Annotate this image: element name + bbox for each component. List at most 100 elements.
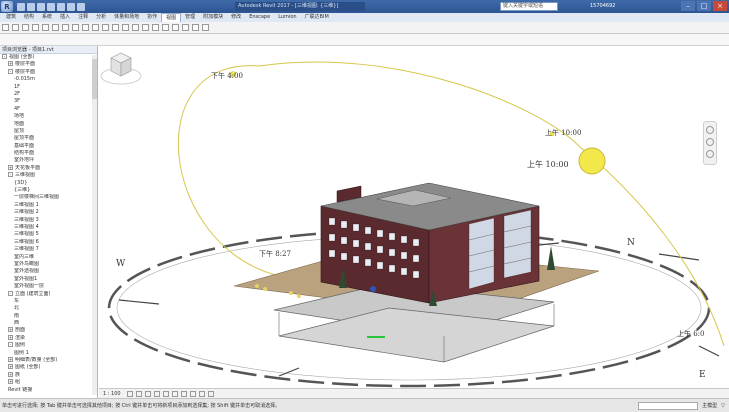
viewcube[interactable] [99,46,143,90]
steering-wheel-icon[interactable] [706,126,714,134]
switch-windows-icon[interactable] [202,24,209,31]
browser-tree-item[interactable]: 4F [0,106,97,113]
save-icon[interactable] [27,2,35,11]
browser-tree-item[interactable]: 图例 1 [0,350,97,357]
browser-tree-item[interactable]: - 三维视图 [0,172,97,179]
browser-tree-item[interactable]: 结构平面 [0,150,97,157]
measure-icon[interactable] [57,2,65,11]
browser-tree-item[interactable]: 三维视图 4 [0,224,97,231]
detail-level-icon[interactable] [126,390,133,397]
browser-tree-item[interactable]: {3D} [0,180,97,187]
filter-icon[interactable]: ▽ [721,399,725,412]
ribbon-tab[interactable]: 注释 [74,13,92,22]
offset-icon[interactable] [52,24,59,31]
minimize-button[interactable]: – [681,1,695,11]
undo-icon[interactable] [37,2,45,11]
modify-icon[interactable] [2,24,9,31]
workset-field[interactable] [638,402,699,410]
browser-tree-item[interactable]: - 楼层平面 [0,68,97,76]
split-icon[interactable] [102,24,109,31]
open-icon[interactable] [17,2,25,11]
browser-tree-item[interactable]: 三维视图 6 [0,239,97,246]
ribbon-tab[interactable]: 体量和场地 [110,13,143,22]
ribbon-tab[interactable]: 插入 [56,13,74,22]
browser-tree-item[interactable]: 三维视图 3 [0,217,97,224]
collapse-icon[interactable]: - [8,290,13,296]
browser-tree-item[interactable]: 场地 [0,113,97,120]
view-scale[interactable]: 1 : 100 [103,391,121,397]
crop-view-icon[interactable] [171,390,178,397]
ribbon-tab[interactable]: 视图 [161,12,182,23]
ribbon-tab[interactable]: 广联达BIM [301,13,333,22]
ribbon-tab[interactable]: 系统 [38,13,56,22]
application-menu-button[interactable]: R [1,1,13,12]
browser-tree-item[interactable]: + 明细表/数量 (全部) [0,357,97,364]
orbit-icon[interactable] [706,150,714,158]
maximize-button[interactable]: □ [697,1,711,11]
browser-tree-item[interactable]: 南 [0,313,97,320]
redo-icon[interactable] [47,2,55,11]
collapse-icon[interactable]: - [2,54,7,59]
expand-icon[interactable]: + [8,371,13,377]
expand-icon[interactable]: + [8,61,13,67]
3d-view-icon[interactable] [77,2,85,11]
browser-tree-item[interactable]: 2F [0,91,97,98]
trim-icon[interactable] [92,24,99,31]
ribbon-tab[interactable]: 建筑 [2,13,20,22]
browser-scrollbar-thumb[interactable] [92,59,97,99]
show-crop-icon[interactable] [180,390,187,397]
ribbon-tab[interactable]: Lumion [274,13,300,22]
text-icon[interactable] [67,2,75,11]
shadows-icon[interactable] [153,390,160,397]
expand-icon[interactable]: + [8,357,13,363]
browser-tree-item[interactable]: + 族 [0,371,97,379]
browser-tree-item[interactable]: + 天花板平面 [0,164,97,172]
browser-tree-item[interactable]: + 剖面 [0,327,97,334]
array-icon[interactable] [112,24,119,31]
browser-scrollbar[interactable] [92,55,97,395]
measure-tool-icon[interactable] [152,24,159,31]
browser-tree-item[interactable]: + 组 [0,379,97,386]
expand-icon[interactable]: + [8,164,13,170]
browser-tree-item[interactable]: 一层楼梯间三维视图 [0,194,97,201]
thin-lines-icon[interactable] [182,24,189,31]
browser-tree-item[interactable]: 东 [0,298,97,305]
browser-tree-item[interactable]: - 图例 [0,342,97,349]
browser-tree-item[interactable]: 室外鸟瞰图 [0,261,97,268]
browser-tree-item[interactable]: 3F [0,98,97,105]
browser-tree-item[interactable]: - 立面 (建筑立面) [0,290,97,298]
copy-icon[interactable] [32,24,39,31]
browser-tree-item[interactable]: 屋顶平面 [0,135,97,142]
browser-tree-item[interactable]: -0.015m [0,76,97,83]
browser-tree-item[interactable]: 三维视图 7 [0,246,97,253]
paste-icon[interactable] [12,24,19,31]
ribbon-tab[interactable]: 结构 [20,13,38,22]
hide-isolate-icon[interactable] [198,390,205,397]
cut-icon[interactable] [22,24,29,31]
ribbon-tab[interactable]: 协作 [143,13,161,22]
browser-tree-item[interactable]: + 图纸 (全部) [0,364,97,371]
lock-view-icon[interactable] [189,390,196,397]
rotate-icon[interactable] [82,24,89,31]
browser-tree-item[interactable]: 室外视图一层 [0,283,97,290]
scale-icon[interactable] [122,24,129,31]
browser-tree-item[interactable]: 三维视图 1 [0,202,97,209]
collapse-icon[interactable]: - [8,342,13,348]
zoom-icon[interactable] [706,138,714,146]
ribbon-tab[interactable]: 附加模块 [199,13,227,22]
browser-tree-item[interactable]: 地面 [0,121,97,128]
3d-viewport[interactable]: W N E 下午 4:00 上午 10:00 上午 10:00 下午 8:27 … [99,46,729,398]
rendering-icon[interactable] [162,390,169,397]
ribbon-tab[interactable]: 分析 [92,13,110,22]
move-icon[interactable] [72,24,79,31]
sun-path-icon[interactable] [144,390,151,397]
browser-tree-item[interactable]: 室外透视图 [0,268,97,275]
user-account[interactable]: 15704692 [590,2,615,11]
browser-tree-item[interactable]: + 渲染 [0,334,97,342]
browser-tree-item[interactable]: Revit 链接 [0,387,97,394]
browser-tree-item[interactable]: 基础平面 [0,143,97,150]
mirror-icon[interactable] [62,24,69,31]
browser-tree-item[interactable]: 北 [0,305,97,312]
browser-tree-item[interactable]: 三维视图 5 [0,231,97,238]
browser-tree-item[interactable]: 室外视图1 [0,276,97,283]
